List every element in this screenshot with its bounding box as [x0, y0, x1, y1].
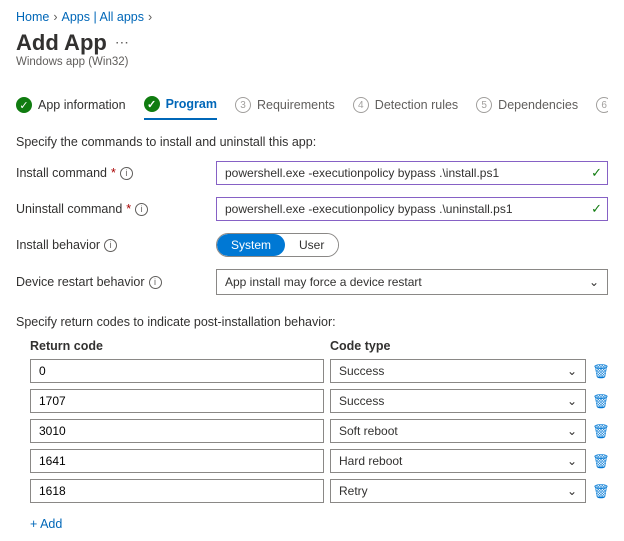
install-behavior-user[interactable]: User: [285, 234, 338, 256]
check-icon: ✓: [144, 96, 160, 112]
chevron-right-icon: ›: [53, 10, 57, 24]
code-type-select[interactable]: Soft reboot ⌄: [330, 419, 586, 443]
return-code-row: Hard reboot ⌄ 🗑: [30, 449, 608, 473]
install-command-label: Install command: [16, 166, 107, 180]
check-icon: ✓: [16, 97, 32, 113]
chevron-down-icon: ⌄: [567, 424, 577, 438]
add-return-code-link[interactable]: + Add: [30, 517, 62, 531]
uninstall-command-label: Uninstall command: [16, 202, 122, 216]
step-number-icon: 3: [235, 97, 251, 113]
info-icon[interactable]: i: [149, 276, 162, 289]
code-type-value: Hard reboot: [339, 454, 402, 468]
chevron-down-icon: ⌄: [567, 364, 577, 378]
chevron-down-icon: ⌄: [567, 484, 577, 498]
trash-icon[interactable]: 🗑: [592, 483, 608, 500]
code-type-value: Retry: [339, 484, 368, 498]
restart-behavior-select[interactable]: App install may force a device restart ⌄: [216, 269, 608, 295]
restart-behavior-label: Device restart behavior: [16, 275, 145, 289]
tab-supersedence[interactable]: 6 Supersed: [596, 97, 608, 119]
install-command-input[interactable]: [216, 161, 608, 185]
trash-icon[interactable]: 🗑: [592, 363, 608, 380]
code-type-header: Code type: [330, 339, 390, 353]
tab-dependencies[interactable]: 5 Dependencies: [476, 97, 578, 119]
info-icon[interactable]: i: [120, 167, 133, 180]
code-type-select[interactable]: Success ⌄: [330, 359, 586, 383]
tab-app-information[interactable]: ✓ App information: [16, 97, 126, 119]
return-code-input[interactable]: [30, 389, 324, 413]
check-icon: ✓: [591, 201, 602, 217]
code-type-select[interactable]: Success ⌄: [330, 389, 586, 413]
step-number-icon: 6: [596, 97, 608, 113]
return-code-row: Success ⌄ 🗑: [30, 389, 608, 413]
chevron-down-icon: ⌄: [567, 454, 577, 468]
return-code-input[interactable]: [30, 419, 324, 443]
code-type-select[interactable]: Retry ⌄: [330, 479, 586, 503]
breadcrumb-home[interactable]: Home: [16, 10, 49, 24]
trash-icon[interactable]: 🗑: [592, 393, 608, 410]
code-type-value: Success: [339, 364, 384, 378]
return-code-header: Return code: [30, 339, 330, 353]
info-icon[interactable]: i: [104, 239, 117, 252]
code-type-value: Soft reboot: [339, 424, 398, 438]
tab-requirements[interactable]: 3 Requirements: [235, 97, 335, 119]
chevron-right-icon: ›: [148, 10, 152, 24]
section-description: Specify return codes to indicate post-in…: [16, 315, 608, 329]
tab-program[interactable]: ✓ Program: [144, 96, 217, 120]
return-code-input[interactable]: [30, 449, 324, 473]
code-type-value: Success: [339, 394, 384, 408]
page-subtitle: Windows app (Win32): [16, 56, 608, 68]
breadcrumb: Home › Apps | All apps ›: [16, 10, 608, 24]
section-description: Specify the commands to install and unin…: [16, 135, 608, 149]
trash-icon[interactable]: 🗑: [592, 453, 608, 470]
return-code-row: Retry ⌄ 🗑: [30, 479, 608, 503]
more-actions-icon[interactable]: ⋯: [115, 34, 129, 51]
step-number-icon: 5: [476, 97, 492, 113]
wizard-tabs: ✓ App information ✓ Program 3 Requiremen…: [16, 96, 608, 121]
install-behavior-toggle[interactable]: System User: [216, 233, 339, 257]
chevron-down-icon: ⌄: [567, 394, 577, 408]
return-code-row: Success ⌄ 🗑: [30, 359, 608, 383]
trash-icon[interactable]: 🗑: [592, 423, 608, 440]
return-code-row: Soft reboot ⌄ 🗑: [30, 419, 608, 443]
install-behavior-label: Install behavior: [16, 238, 100, 252]
tab-detection-rules[interactable]: 4 Detection rules: [353, 97, 458, 119]
required-icon: *: [126, 202, 131, 216]
info-icon[interactable]: i: [135, 203, 148, 216]
return-code-input[interactable]: [30, 479, 324, 503]
code-type-select[interactable]: Hard reboot ⌄: [330, 449, 586, 473]
uninstall-command-input[interactable]: [216, 197, 608, 221]
chevron-down-icon: ⌄: [589, 275, 599, 289]
install-behavior-system[interactable]: System: [217, 234, 285, 256]
step-number-icon: 4: [353, 97, 369, 113]
check-icon: ✓: [591, 165, 602, 181]
required-icon: *: [111, 166, 116, 180]
breadcrumb-apps[interactable]: Apps | All apps: [62, 10, 144, 24]
return-code-input[interactable]: [30, 359, 324, 383]
page-title: Add App: [16, 30, 107, 56]
